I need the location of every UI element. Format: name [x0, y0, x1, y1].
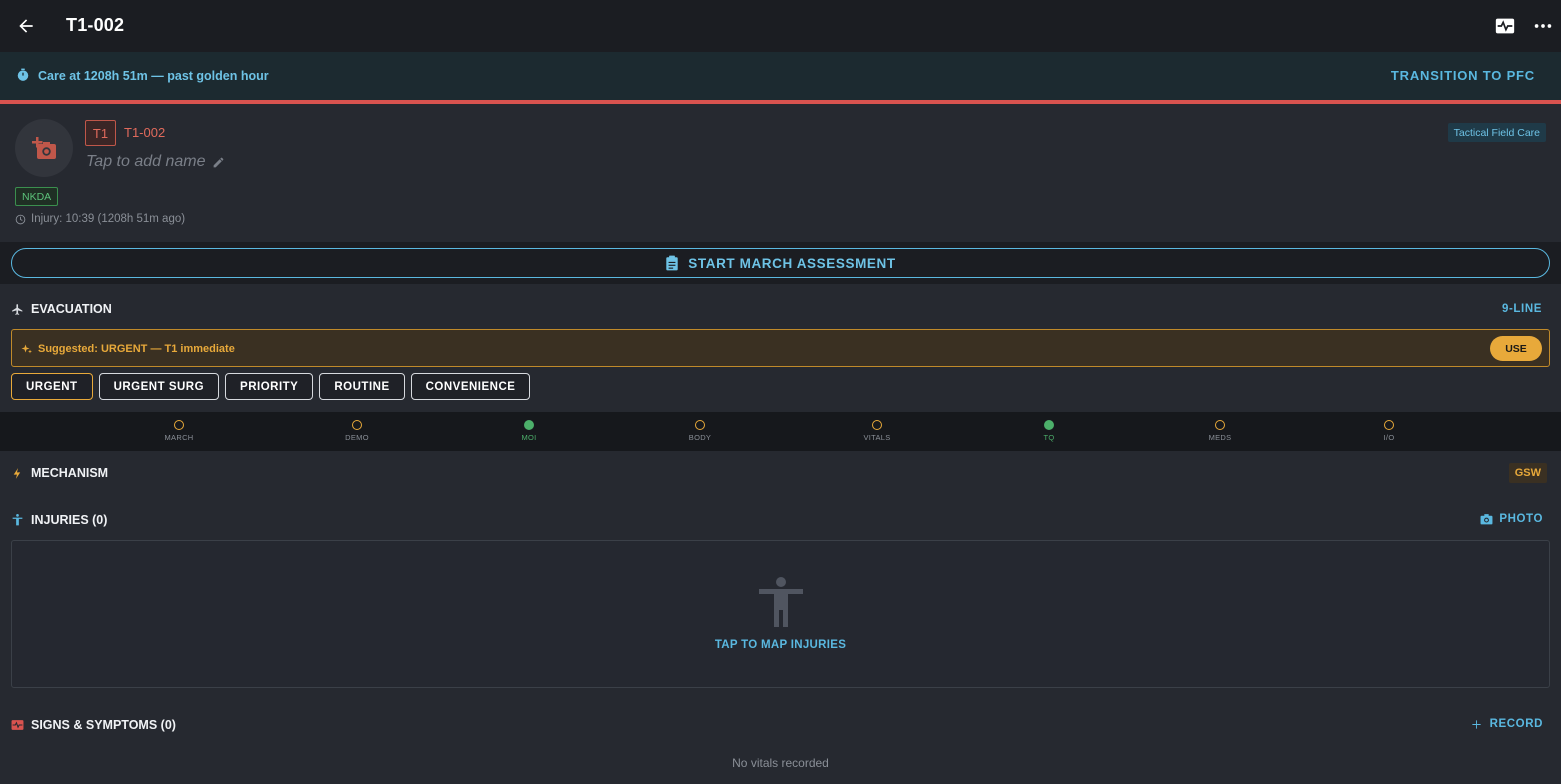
- accessibility-icon: [12, 514, 23, 526]
- march-section: START MARCH ASSESSMENT: [0, 242, 1561, 284]
- plus-icon: [1471, 719, 1481, 729]
- map-injuries-label: TAP TO MAP INJURIES: [714, 639, 847, 651]
- step-label: TQ: [1043, 433, 1055, 442]
- step-label: MEDS: [1208, 433, 1232, 442]
- mechanism-header: MECHANISM: [11, 466, 108, 480]
- injury-time: Injury: 10:39 (1208h 51m ago): [15, 213, 185, 225]
- priority-convenience-button[interactable]: CONVENIENCE: [410, 373, 531, 400]
- record-vitals-button[interactable]: RECORD: [1471, 718, 1543, 730]
- add-camera-icon: [32, 137, 56, 159]
- step-label: MARCH: [164, 433, 194, 442]
- monitor-heart-icon[interactable]: [1494, 15, 1516, 37]
- priority-urgent-button[interactable]: URGENT: [11, 373, 93, 400]
- injury-photo-button[interactable]: PHOTO: [1480, 513, 1543, 525]
- signs-header: SIGNS & SYMPTOMS (0): [11, 718, 176, 732]
- mechanism-value-badge: GSW: [1508, 463, 1547, 483]
- care-phase-badge: Tactical Field Care: [1447, 123, 1546, 142]
- more-vert-icon[interactable]: [1532, 15, 1554, 37]
- camera-icon: [1480, 514, 1493, 525]
- nine-line-button[interactable]: 9-LINE: [1502, 303, 1542, 315]
- signs-title: SIGNS & SYMPTOMS (0): [31, 718, 176, 732]
- care-time-text: Care at 1208h 51m — past golden hour: [38, 69, 269, 83]
- step-label: BODY: [688, 433, 712, 442]
- mechanism-row[interactable]: MECHANISM GSW: [0, 451, 1561, 495]
- assessment-progress-strip: MARCH DEMO MOI BODY VITALS TQ MEDS I/O: [0, 412, 1561, 451]
- patient-id: T1-002: [124, 125, 166, 140]
- evac-suggestion-box: Suggested: URGENT — T1 immediate USE: [11, 329, 1550, 367]
- step-label: DEMO: [345, 433, 369, 442]
- step-tq[interactable]: TQ: [1019, 420, 1079, 442]
- start-march-assessment-button[interactable]: START MARCH ASSESSMENT: [11, 248, 1550, 278]
- status-dot: [872, 420, 882, 430]
- vitals-monitor-icon: [11, 720, 24, 730]
- add-photo-avatar[interactable]: [15, 119, 73, 177]
- sparkle-icon: [21, 344, 32, 354]
- status-dot: [1384, 420, 1394, 430]
- step-moi[interactable]: MOI: [499, 420, 559, 442]
- no-vitals-text: No vitals recorded: [732, 756, 829, 770]
- injuries-title: INJURIES (0): [31, 513, 108, 527]
- body-figure-icon: [758, 577, 803, 627]
- injuries-header: INJURIES (0): [11, 513, 107, 527]
- patient-name-placeholder: Tap to add name: [86, 153, 206, 170]
- evacuation-title: EVACUATION: [31, 302, 112, 316]
- priority-routine-button[interactable]: ROUTINE: [319, 373, 405, 400]
- page-title: T1-002: [66, 15, 125, 35]
- clock-icon: [15, 214, 26, 224]
- evacuation-section: EVACUATION 9-LINE Suggested: URGENT — T1…: [0, 284, 1561, 412]
- photo-label: PHOTO: [1499, 513, 1543, 525]
- priority-priority-button[interactable]: PRIORITY: [225, 373, 314, 400]
- step-label: I/O: [1383, 433, 1395, 442]
- body-map-area[interactable]: TAP TO MAP INJURIES: [11, 540, 1550, 688]
- step-march[interactable]: MARCH: [149, 420, 209, 442]
- timer-icon: [17, 68, 29, 81]
- allergy-badge: NKDA: [15, 187, 59, 206]
- arrow-left-icon: [19, 19, 33, 33]
- evac-suggestion-text: Suggested: URGENT — T1 immediate: [38, 343, 235, 355]
- status-dot: [695, 420, 705, 430]
- step-body[interactable]: BODY: [670, 420, 730, 442]
- patient-name-field[interactable]: Tap to add name: [86, 153, 225, 171]
- use-suggestion-button[interactable]: USE: [1490, 336, 1542, 361]
- mechanism-title: MECHANISM: [31, 466, 109, 480]
- evac-priority-group: URGENT URGENT SURG PRIORITY ROUTINE CONV…: [11, 373, 531, 400]
- airplane-icon: [12, 303, 23, 315]
- triage-category-badge: T1: [85, 120, 116, 146]
- clipboard-icon: [666, 255, 678, 271]
- start-march-label: START MARCH ASSESSMENT: [688, 255, 896, 271]
- status-dot: [1044, 420, 1054, 430]
- priority-urgent-surg-button[interactable]: URGENT SURG: [98, 373, 220, 400]
- injury-time-text: Injury: 10:39 (1208h 51m ago): [31, 213, 186, 225]
- step-demo[interactable]: DEMO: [327, 420, 387, 442]
- edit-pencil-icon: [213, 157, 223, 167]
- step-meds[interactable]: MEDS: [1190, 420, 1250, 442]
- step-label: VITALS: [863, 433, 891, 442]
- back-button[interactable]: [14, 14, 38, 38]
- status-dot: [174, 420, 184, 430]
- record-label: RECORD: [1489, 718, 1543, 730]
- patient-card: T1 T1-002 Tap to add name Tactical Field…: [0, 104, 1561, 242]
- signs-symptoms-section: SIGNS & SYMPTOMS (0) RECORD No vitals re…: [0, 700, 1561, 784]
- care-time-banner: Care at 1208h 51m — past golden hour TRA…: [0, 52, 1561, 100]
- transition-to-pfc-button[interactable]: TRANSITION TO PFC: [1391, 68, 1535, 83]
- status-dot: [352, 420, 362, 430]
- step-io[interactable]: I/O: [1359, 420, 1419, 442]
- step-vitals[interactable]: VITALS: [847, 420, 907, 442]
- bolt-icon: [13, 467, 21, 479]
- evacuation-header: EVACUATION: [11, 302, 112, 316]
- status-dot: [1215, 420, 1225, 430]
- app-bar: T1-002: [0, 0, 1561, 52]
- injuries-section: INJURIES (0) PHOTO TAP TO MAP INJURIES: [0, 495, 1561, 700]
- step-label: MOI: [521, 433, 537, 442]
- status-dot: [524, 420, 534, 430]
